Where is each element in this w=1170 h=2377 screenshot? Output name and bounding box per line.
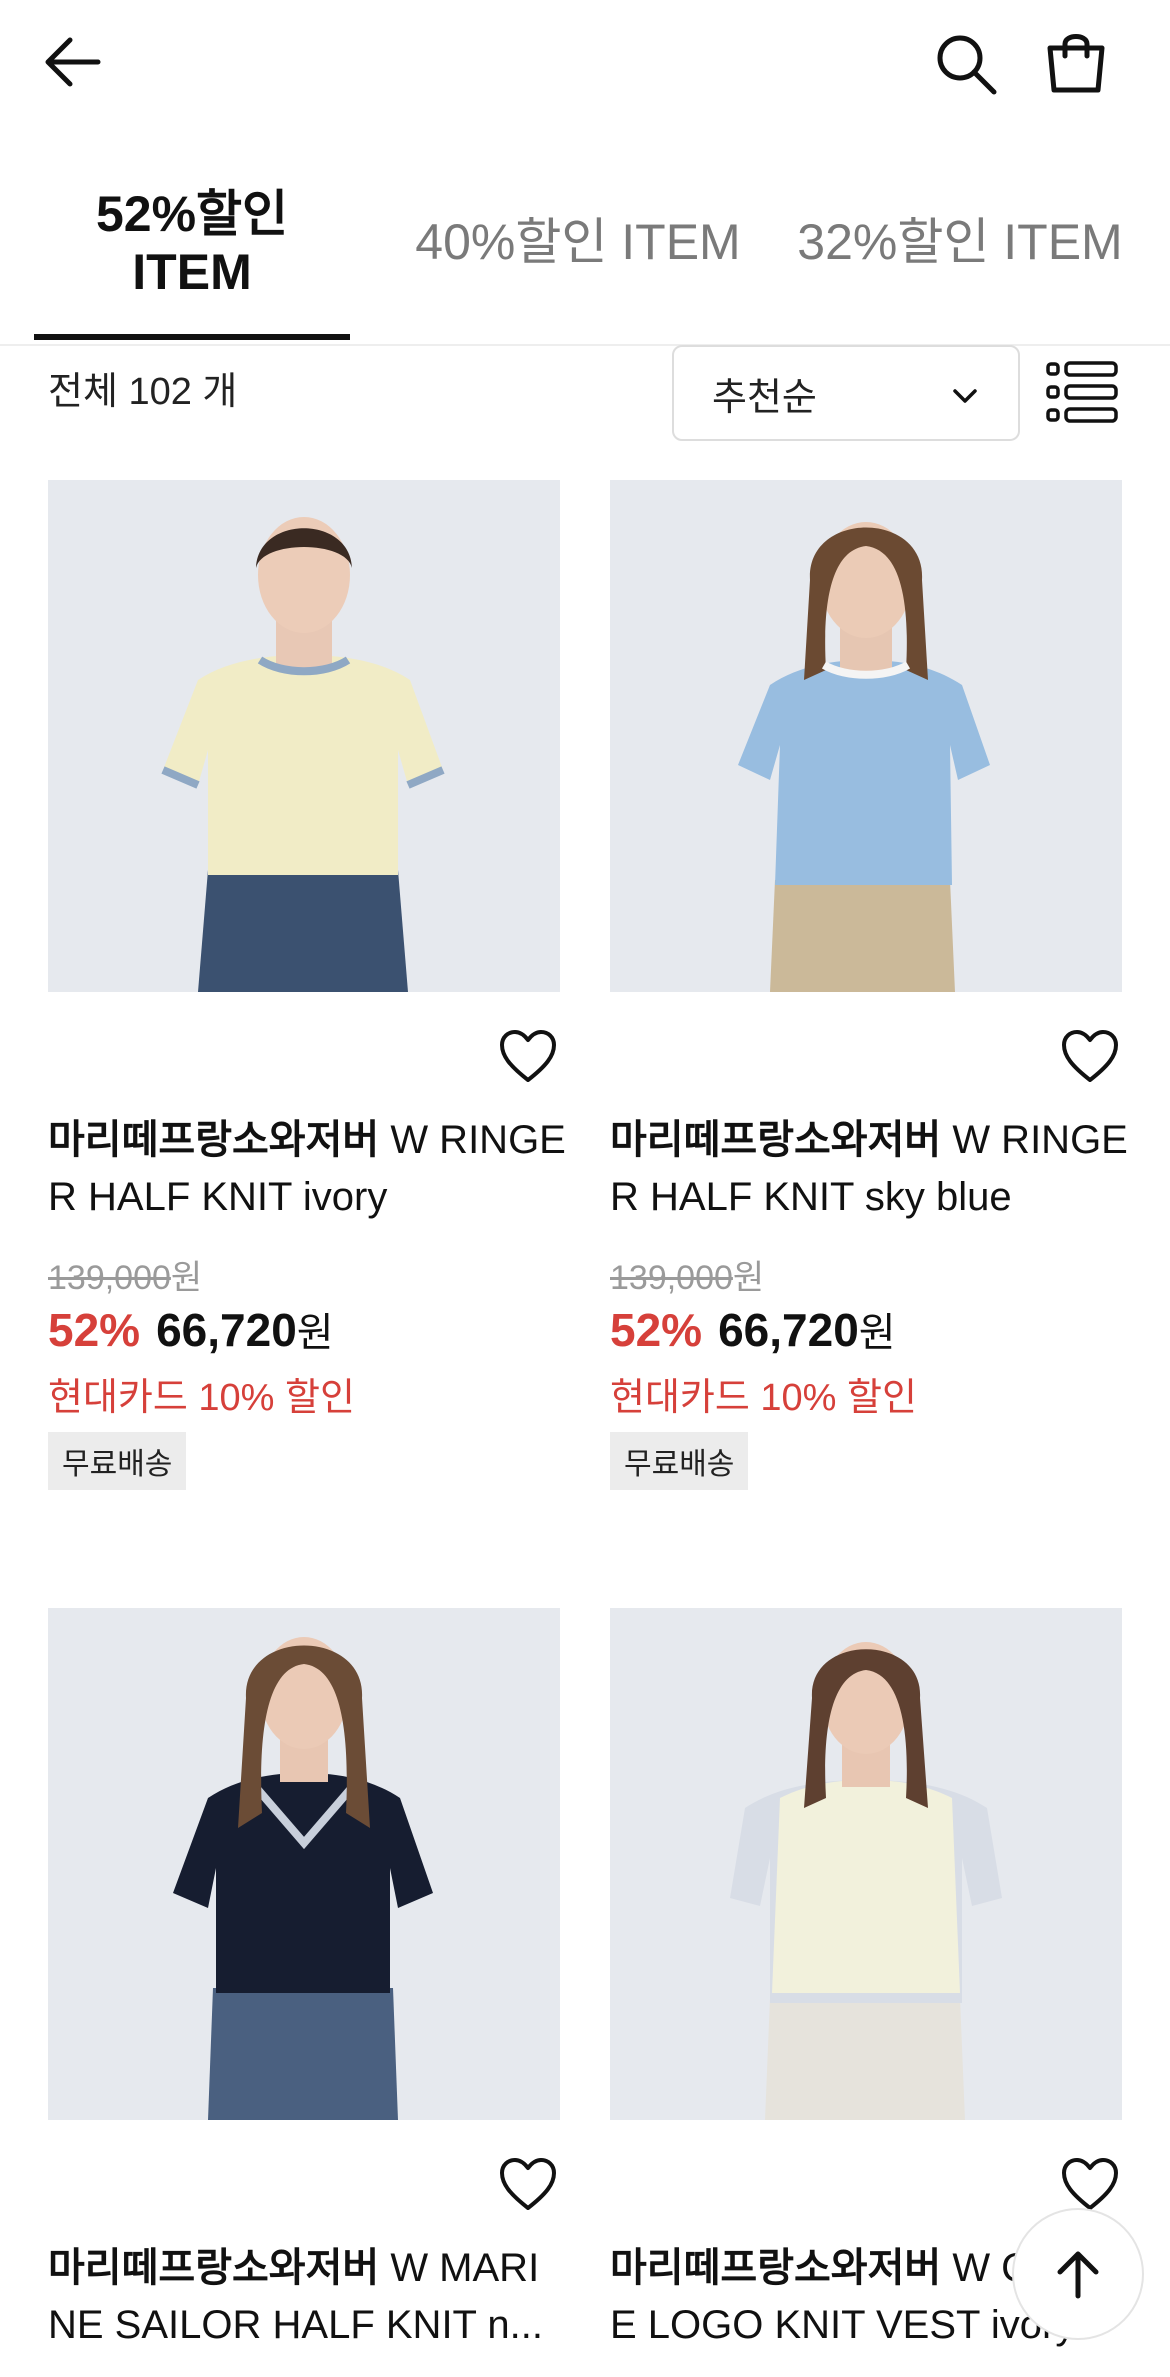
- price-row: 52% 66,720원: [48, 1304, 334, 1356]
- product-image[interactable]: [610, 1608, 1122, 2120]
- tab-label: 40%할인 ITEM: [415, 214, 741, 270]
- discount-rate: 52%: [48, 1304, 141, 1356]
- tab-40-percent[interactable]: 40%할인 ITEM: [408, 206, 748, 278]
- product-image[interactable]: [48, 1608, 560, 2120]
- title-line2: R HALF KNIT ivory: [48, 1175, 388, 1219]
- scroll-to-top-button[interactable]: [1012, 2208, 1144, 2340]
- title-line2: R HALF KNIT sky blue: [610, 1175, 1012, 1219]
- tab-52-percent[interactable]: 52%할인 ITEM: [34, 178, 350, 308]
- discount-tabs: 52%할인 ITEM 40%할인 ITEM 32%할인 ITEM: [0, 150, 1170, 346]
- active-tab-indicator: [34, 334, 350, 340]
- tab-32-percent[interactable]: 32%할인 ITEM: [790, 206, 1130, 278]
- card-promo: 현대카드 10% 할인: [48, 1377, 355, 1419]
- product-brand: 마리떼프랑소와저버: [610, 2246, 942, 2290]
- title-line1: W RINGE: [379, 1118, 566, 1162]
- free-shipping-badge: 무료배송: [48, 1432, 187, 1490]
- heart-icon[interactable]: [1060, 1028, 1120, 1084]
- title-line2: NE SAILOR HALF KNIT n...: [48, 2303, 543, 2347]
- back-arrow-icon[interactable]: [36, 26, 108, 98]
- title-line1: W RINGE: [941, 1118, 1128, 1162]
- free-shipping-badge: 무료배송: [610, 1432, 749, 1490]
- heart-icon[interactable]: [1060, 2156, 1120, 2212]
- sort-value: 추천순: [712, 376, 817, 419]
- product-brand: 마리떼프랑소와저버: [48, 1118, 380, 1162]
- item-count: 전체 102 개: [48, 371, 238, 413]
- product-brand: 마리떼프랑소와저버: [48, 2246, 380, 2290]
- product-title[interactable]: 마리떼프랑소와저버 W RINGE R HALF KNIT ivory: [48, 1112, 568, 1226]
- list-view-icon[interactable]: [1046, 360, 1118, 424]
- product-brand: 마리떼프랑소와저버: [610, 1118, 942, 1162]
- search-icon[interactable]: [928, 26, 1004, 102]
- pants-shape: [198, 870, 408, 992]
- title-line1: W MARI: [379, 2246, 540, 2290]
- product-list-page: 52%할인 ITEM 40%할인 ITEM 32%할인 ITEM 전체 102 …: [0, 0, 1170, 2377]
- sort-dropdown[interactable]: 추천순: [672, 345, 1020, 441]
- product-title[interactable]: 마리떼프랑소와저버 W MARI NE SAILOR HALF KNIT n..…: [48, 2240, 568, 2354]
- card-promo: 현대카드 10% 할인: [610, 1377, 917, 1419]
- arrow-up-icon: [1057, 2251, 1099, 2299]
- product-title[interactable]: 마리떼프랑소와저버 W RINGE R HALF KNIT sky blue: [610, 1112, 1130, 1226]
- original-price: 139,000원: [48, 1259, 203, 1297]
- discount-rate: 52%: [610, 1304, 703, 1356]
- sale-price: 66,720: [718, 1304, 859, 1356]
- heart-icon[interactable]: [498, 2156, 558, 2212]
- original-price: 139,000원: [610, 1259, 765, 1297]
- top-bar: [0, 0, 1170, 130]
- tab-label: 32%할인 ITEM: [797, 214, 1123, 270]
- heart-icon[interactable]: [498, 1028, 558, 1084]
- shopping-bag-icon[interactable]: [1038, 24, 1114, 100]
- product-image[interactable]: [48, 480, 560, 992]
- product-image[interactable]: [610, 480, 1122, 992]
- sale-price: 66,720: [156, 1304, 297, 1356]
- tab-label: 52%할인 ITEM: [95, 186, 289, 300]
- price-row: 52% 66,720원: [610, 1304, 896, 1356]
- chevron-down-icon: [953, 389, 977, 403]
